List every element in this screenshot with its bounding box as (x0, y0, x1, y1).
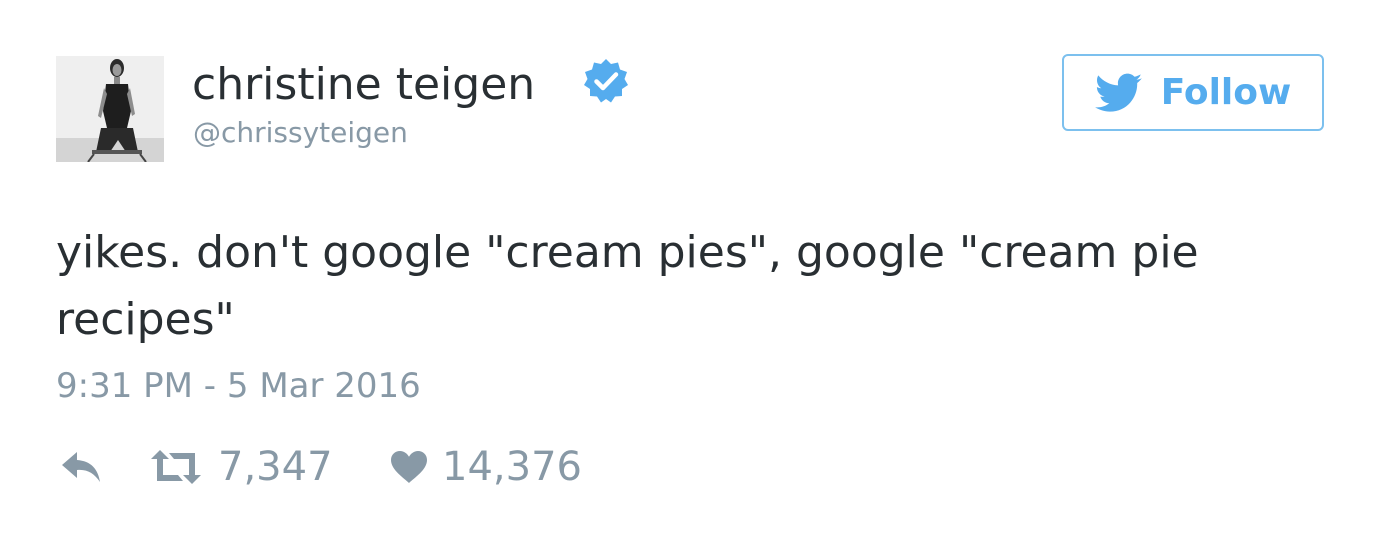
tweet-timestamp[interactable]: 9:31 PM - 5 Mar 2016 (56, 363, 421, 409)
retweet-button[interactable]: 7,347 (148, 440, 333, 494)
verified-badge-icon (584, 59, 628, 103)
avatar-photo (56, 56, 164, 162)
follow-label: Follow (1160, 71, 1292, 113)
display-name[interactable]: christine teigen (192, 56, 535, 114)
reply-button[interactable] (60, 440, 102, 494)
username[interactable]: @chrissyteigen (193, 115, 408, 151)
avatar[interactable] (56, 56, 164, 162)
like-button[interactable]: 14,376 (390, 440, 582, 494)
retweet-icon (151, 450, 201, 484)
tweet-text: yikes. don't google "cream pies", google… (56, 227, 1199, 345)
tweet-card: christine teigen @chrissyteigen Follow y… (0, 0, 1386, 544)
like-count: 14,376 (442, 444, 582, 490)
retweet-count: 7,347 (218, 444, 333, 490)
reply-icon (62, 452, 100, 482)
twitter-bird-icon (1094, 73, 1142, 112)
heart-icon (391, 451, 427, 483)
follow-button[interactable]: Follow (1062, 54, 1324, 131)
